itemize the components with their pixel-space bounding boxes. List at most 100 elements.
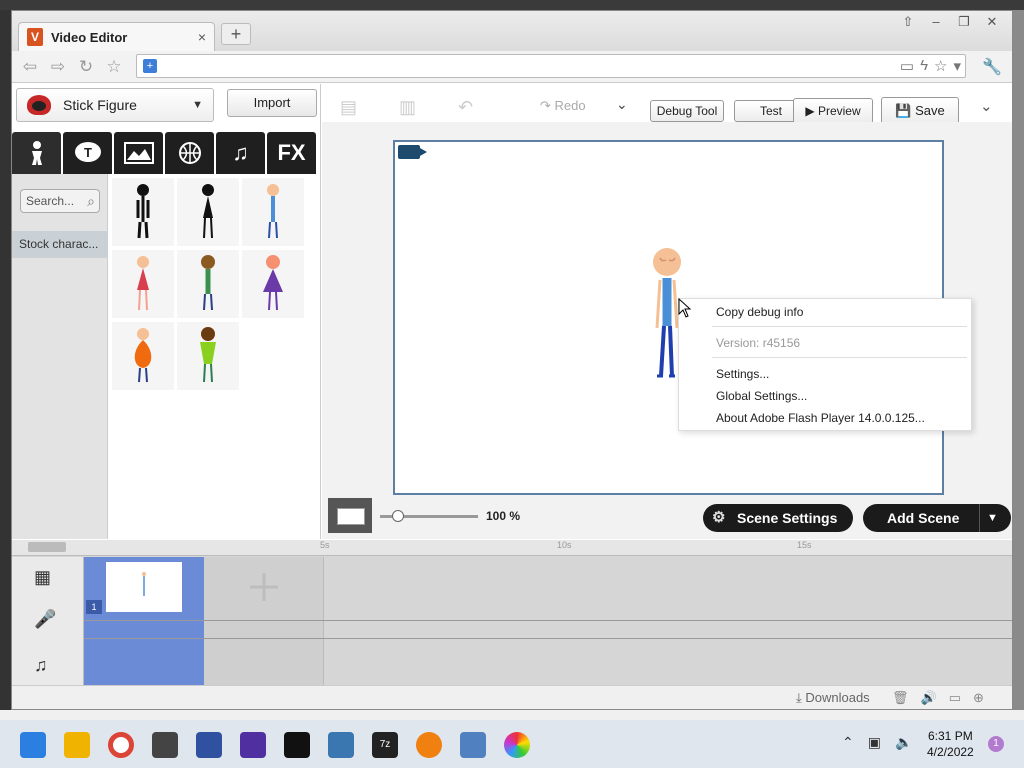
browser-window: V Video Editor × + ⇧ – ❐ ✕ ⇦ ⇨ ↻ ☆ + ▭ ϟ… bbox=[11, 10, 1013, 710]
sidebar-item-stock-characters[interactable]: Stock charac... bbox=[12, 231, 108, 258]
menu-item-copy-debug-info[interactable]: Copy debug info bbox=[716, 305, 803, 319]
blocked-popup-icon[interactable]: ▭ bbox=[900, 57, 914, 75]
screen-left-edge bbox=[0, 10, 11, 710]
screen-icon[interactable]: ▭ bbox=[949, 690, 961, 706]
python-icon[interactable] bbox=[328, 732, 354, 758]
camera-icon[interactable] bbox=[398, 145, 427, 159]
music-tab-icon[interactable]: ♫ bbox=[216, 132, 265, 174]
volume-icon[interactable]: 🔊 bbox=[921, 690, 937, 706]
preview-button[interactable]: ▶ Preview bbox=[793, 98, 873, 124]
search-app-icon[interactable] bbox=[416, 732, 442, 758]
chevron-down-icon[interactable]: ⌄ bbox=[616, 96, 628, 113]
downloads-button[interactable]: ⤓ Downloads bbox=[796, 690, 870, 706]
character-thumb[interactable] bbox=[112, 178, 174, 246]
dropdown-arrow-icon[interactable]: ▾ bbox=[953, 57, 961, 75]
start-icon[interactable] bbox=[20, 732, 46, 758]
color-wheel-icon[interactable] bbox=[504, 732, 530, 758]
screen-right-edge bbox=[1013, 10, 1024, 710]
zoom-timeline-handle[interactable] bbox=[28, 542, 66, 552]
character-thumb[interactable] bbox=[177, 250, 239, 318]
scene-thumbnail[interactable] bbox=[106, 562, 182, 612]
vr-icon[interactable] bbox=[240, 732, 266, 758]
props-tab-icon[interactable] bbox=[165, 132, 214, 174]
timeline-add-scene-slot[interactable] bbox=[204, 557, 324, 685]
character-thumb[interactable] bbox=[242, 250, 304, 318]
character-thumb[interactable] bbox=[112, 322, 174, 390]
minimize-button[interactable]: – bbox=[922, 13, 950, 31]
characters-tab-icon[interactable] bbox=[12, 132, 61, 174]
star-icon[interactable]: ☆ bbox=[934, 57, 947, 75]
copy-icon[interactable]: ▤ bbox=[340, 97, 357, 118]
python-file-icon[interactable] bbox=[460, 732, 486, 758]
app-icon[interactable] bbox=[152, 732, 178, 758]
play-icon: ▶ bbox=[805, 104, 818, 118]
timeline: 5s 10s 15s ▦ 🎤 ♫ 1 bbox=[12, 540, 1012, 685]
menu-item-about-flash[interactable]: About Adobe Flash Player 14.0.0.125... bbox=[716, 411, 925, 425]
add-scene-button[interactable]: Add Scene ▼ bbox=[863, 504, 1011, 532]
downloads-label: Downloads bbox=[805, 690, 870, 705]
fx-tab[interactable]: FX bbox=[267, 132, 316, 174]
close-tab-icon[interactable]: × bbox=[198, 29, 206, 45]
character-thumb[interactable] bbox=[112, 250, 174, 318]
paste-icon[interactable]: ▥ bbox=[399, 97, 416, 118]
fit-to-screen-button[interactable] bbox=[328, 498, 372, 533]
back-icon[interactable]: ⇦ bbox=[20, 57, 40, 77]
ruler-label: 5s bbox=[320, 540, 330, 550]
chrome-icon[interactable] bbox=[108, 732, 134, 758]
profile-icon[interactable]: ⇧ bbox=[894, 13, 922, 31]
character-thumb[interactable] bbox=[177, 322, 239, 390]
title-bar: V Video Editor × + ⇧ – ❐ ✕ bbox=[12, 11, 1012, 51]
debug-tool-button[interactable]: Debug Tool bbox=[650, 100, 724, 122]
search-placeholder: Search... bbox=[26, 194, 75, 208]
edit-toolbar: ▤ ▥ ↶ bbox=[340, 97, 473, 118]
file-explorer-icon[interactable] bbox=[64, 732, 90, 758]
menu-item-global-settings[interactable]: Global Settings... bbox=[716, 389, 807, 403]
scene-settings-button[interactable]: ⚙ Scene Settings bbox=[703, 504, 853, 532]
network-icon[interactable]: ▣ bbox=[868, 734, 881, 751]
text-tab-icon[interactable]: T bbox=[63, 132, 112, 174]
zoom-icon[interactable]: ⊕ bbox=[973, 690, 984, 706]
maximize-button[interactable]: ❐ bbox=[950, 13, 978, 31]
window-controls: ⇧ – ❐ ✕ bbox=[894, 13, 1006, 31]
terminal-icon[interactable] bbox=[284, 732, 310, 758]
notification-badge[interactable]: 1 bbox=[988, 736, 1004, 752]
pen-icon[interactable] bbox=[196, 732, 222, 758]
import-button[interactable]: Import bbox=[227, 89, 317, 117]
bookmark-star-icon[interactable]: ☆ bbox=[104, 57, 124, 77]
search-input[interactable]: Search... ⌕ bbox=[20, 189, 100, 213]
chevron-up-icon[interactable]: ⌃ bbox=[842, 734, 854, 751]
save-icon: 💾 bbox=[895, 103, 916, 118]
character-thumb[interactable] bbox=[242, 178, 304, 246]
wrench-menu-icon[interactable]: 🔧 bbox=[982, 57, 1002, 77]
undo-icon[interactable]: ↶ bbox=[458, 97, 473, 118]
flash-icon[interactable]: ϟ bbox=[920, 57, 928, 75]
new-tab-button[interactable]: + bbox=[221, 23, 251, 45]
browser-tab[interactable]: V Video Editor × bbox=[18, 22, 215, 51]
volume-icon[interactable]: 🔈 bbox=[895, 734, 912, 751]
character-thumb[interactable] bbox=[177, 178, 239, 246]
zoom-slider-knob[interactable] bbox=[392, 510, 404, 522]
timeline-ruler[interactable]: 5s 10s 15s bbox=[12, 540, 1012, 556]
track-divider bbox=[84, 638, 1012, 639]
preview-label: Preview bbox=[817, 104, 861, 118]
clock[interactable]: 6:31 PM 4/2/2022 bbox=[927, 728, 974, 760]
chevron-down-icon[interactable]: ▼ bbox=[987, 504, 998, 532]
search-icon[interactable]: ⌕ bbox=[87, 190, 95, 212]
7zip-icon[interactable]: 7z bbox=[372, 732, 398, 758]
redo-button[interactable]: ↷ Redo bbox=[540, 98, 586, 114]
redo-icon: ↷ bbox=[540, 98, 555, 113]
menu-item-settings[interactable]: Settings... bbox=[716, 367, 769, 381]
close-window-button[interactable]: ✕ bbox=[978, 13, 1006, 31]
url-field[interactable]: + ▭ ϟ ☆ ▾ bbox=[136, 54, 966, 78]
save-button[interactable]: 💾 Save bbox=[881, 97, 959, 125]
collapse-chevron-icon[interactable]: ⌄ bbox=[980, 97, 993, 115]
forward-icon[interactable]: ⇨ bbox=[48, 57, 68, 77]
scenery-tab-icon[interactable] bbox=[114, 132, 163, 174]
character-set-dropdown[interactable]: Stick Figure ▼ bbox=[16, 88, 214, 122]
add-scene-label: Add Scene bbox=[887, 510, 960, 526]
trash-icon[interactable]: 🗑 bbox=[892, 690, 909, 706]
flash-context-menu: Copy debug info Version: r45156 Settings… bbox=[678, 298, 972, 431]
stage-area: Copy debug info Version: r45156 Settings… bbox=[322, 122, 1012, 539]
reload-icon[interactable]: ↻ bbox=[76, 57, 96, 77]
status-icons: 🗑 🔊 ▭ ⊕ bbox=[892, 690, 984, 706]
